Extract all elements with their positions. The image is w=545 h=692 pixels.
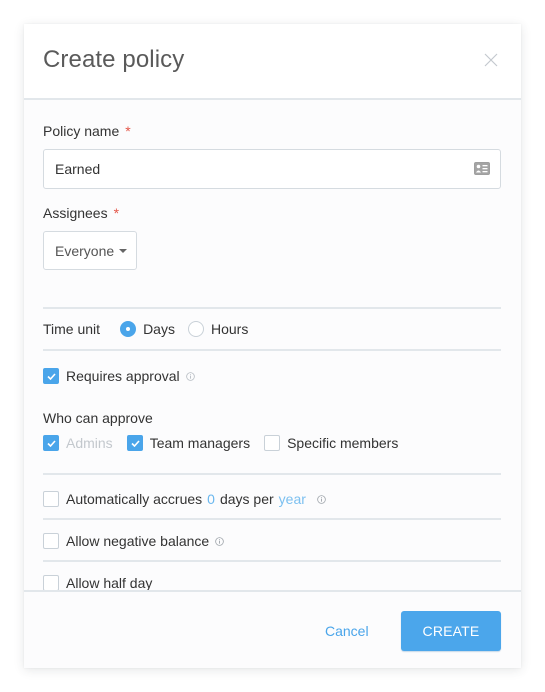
accrual-row: Automatically accrues 0 days per year	[43, 490, 326, 508]
requires-approval-checkbox[interactable]	[43, 368, 59, 384]
negative-balance-label: Allow negative balance	[66, 533, 210, 549]
assignees-label: Assignees *	[43, 205, 119, 221]
close-icon	[484, 53, 498, 67]
assignees-label-text: Assignees	[43, 205, 108, 221]
info-icon[interactable]	[185, 371, 195, 381]
required-mark: *	[125, 123, 131, 139]
time-unit-option-days[interactable]: Days	[120, 321, 175, 337]
approver-option-team-managers[interactable]: Team managers	[126, 435, 251, 451]
time-unit-label: Time unit	[43, 321, 101, 337]
assignees-dropdown[interactable]: Everyone	[43, 231, 137, 270]
divider	[43, 307, 501, 309]
accrual-amount[interactable]: 0	[207, 491, 215, 507]
accrual-text-middle: days per	[219, 491, 274, 507]
admins-label: Admins	[66, 435, 113, 451]
negative-balance-row: Allow negative balance	[43, 532, 224, 550]
requires-approval-label: Requires approval	[66, 368, 180, 384]
info-icon[interactable]	[215, 536, 224, 546]
specific-members-label: Specific members	[287, 435, 399, 451]
create-button[interactable]: CREATE	[401, 611, 501, 651]
divider	[43, 518, 501, 520]
team-managers-label: Team managers	[149, 435, 251, 451]
time-unit-row: Time unit Days Hours	[43, 320, 261, 338]
policy-name-label: Policy name *	[43, 123, 131, 139]
divider	[43, 560, 501, 562]
divider	[43, 473, 501, 475]
accrual-text-before: Automatically accrues	[66, 491, 203, 507]
accrual-period-link[interactable]: year	[279, 491, 306, 507]
who-can-approve-label: Who can approve	[43, 410, 153, 426]
check-icon	[131, 440, 140, 447]
close-button[interactable]	[483, 52, 501, 70]
create-policy-dialog: Create policy Policy name* A	[24, 24, 521, 668]
required-mark: *	[113, 205, 120, 221]
accrual-checkbox[interactable]	[43, 491, 59, 507]
approver-option-admins: Admins	[43, 435, 113, 451]
policy-name-input[interactable]	[44, 150, 444, 188]
radio-days[interactable]	[120, 321, 137, 337]
radio-days-label: Days	[143, 321, 175, 337]
divider	[43, 349, 501, 351]
radio-hours[interactable]	[187, 321, 204, 337]
assignees-selected-value: Everyone	[55, 243, 115, 259]
contact-card-icon[interactable]	[474, 162, 490, 175]
check-icon	[47, 440, 56, 447]
policy-name-field	[43, 149, 501, 189]
info-icon[interactable]	[317, 494, 326, 504]
caret-down-icon	[119, 249, 127, 253]
dialog-header: Create policy	[24, 24, 521, 100]
time-unit-option-hours[interactable]: Hours	[187, 321, 249, 337]
specific-members-checkbox[interactable]	[264, 435, 281, 451]
team-managers-checkbox[interactable]	[126, 435, 143, 451]
dialog-title: Create policy	[43, 46, 185, 73]
cancel-button[interactable]: Cancel	[325, 623, 369, 639]
half-day-checkbox[interactable]	[43, 575, 59, 591]
check-icon	[47, 373, 56, 380]
admins-checkbox	[43, 435, 59, 451]
who-can-approve-options: Admins Team managers Specific members	[43, 434, 412, 452]
half-day-label: Allow half day	[66, 575, 153, 591]
policy-name-label-text: Policy name	[43, 123, 120, 139]
approver-option-specific-members[interactable]: Specific members	[264, 435, 398, 451]
who-can-approve-label-row: Who can approve	[43, 409, 153, 427]
requires-approval-row: Requires approval	[43, 367, 195, 385]
radio-hours-label: Hours	[210, 321, 249, 337]
dialog-footer: Cancel CREATE	[24, 590, 521, 668]
negative-balance-checkbox[interactable]	[43, 533, 59, 549]
